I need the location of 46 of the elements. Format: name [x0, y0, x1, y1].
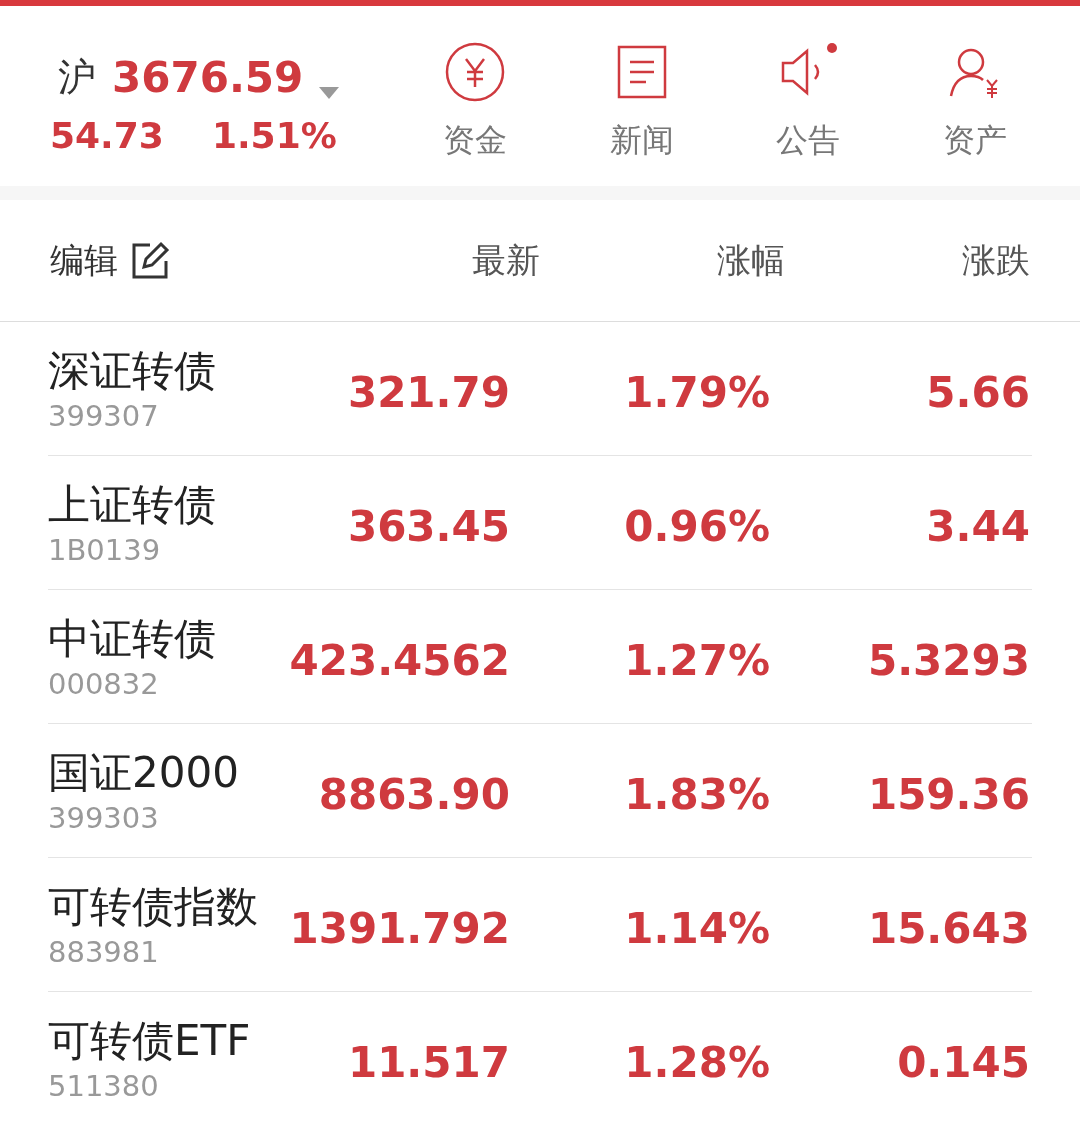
- yuan-icon: [444, 41, 506, 103]
- column-header: 最新: [471, 239, 540, 282]
- security-name: 深证转债: [48, 344, 217, 397]
- dropdown-icon: [319, 86, 340, 99]
- security-code: 399303: [48, 799, 160, 836]
- security-code: 511380: [48, 1067, 160, 1104]
- edit-icon: [130, 240, 170, 281]
- column-header: 涨幅: [716, 239, 785, 282]
- security-code: 000832: [48, 665, 160, 702]
- table-cell-text: 423.4562: [288, 635, 510, 687]
- table-cell-text: 5.66: [925, 367, 1030, 419]
- security-code: 399307: [48, 397, 160, 434]
- table-cell-text: 1.14%: [623, 903, 770, 955]
- table-cell-text: 1.27%: [623, 635, 770, 687]
- security-code: 883981: [48, 933, 160, 970]
- shortcut-button[interactable]: 公告: [753, 40, 864, 164]
- security-name: 可转债ETF: [48, 1014, 252, 1067]
- security-name: 国证2000: [48, 746, 240, 799]
- table-cell-text: 1391.792: [288, 903, 510, 955]
- column-header: 涨跌: [961, 239, 1030, 282]
- market-label: 沪: [58, 54, 96, 101]
- document-icon: [615, 44, 668, 100]
- table-cell-text: 159.36: [866, 769, 1030, 821]
- table-cell-text: 363.45: [346, 501, 510, 553]
- index-change: 54.73: [50, 114, 164, 158]
- security-name: 可转债指数: [48, 880, 259, 933]
- table-cell-text: 3.44: [925, 501, 1030, 553]
- table-cell-text: 5.3293: [866, 635, 1030, 687]
- security-name: 中证转债: [48, 612, 217, 665]
- table-cell-text: 0.96%: [623, 501, 770, 553]
- table-cell-text: 1.28%: [623, 1037, 770, 1089]
- table-cell-text: 8863.90: [317, 769, 510, 821]
- table-cell-text: 11.517: [346, 1037, 510, 1089]
- table-cell-text: 15.643: [866, 903, 1030, 955]
- table-cell-text: 0.145: [896, 1037, 1030, 1089]
- edit-button[interactable]: 编辑: [50, 235, 295, 286]
- table-cell-text: 321.79: [346, 367, 510, 419]
- index-percent: 1.51%: [211, 114, 337, 158]
- table-cell-text: 1.79%: [623, 367, 770, 419]
- table-cell-text: 1.83%: [623, 769, 770, 821]
- security-code: 1B0139: [48, 531, 162, 568]
- shortcut-button[interactable]: 新闻: [586, 40, 697, 164]
- security-name: 上证转债: [48, 478, 217, 531]
- shortcut-button[interactable]: 资产: [919, 40, 1030, 164]
- shortcut-button[interactable]: 资金: [420, 40, 530, 164]
- index-price: 3676.59: [112, 52, 304, 104]
